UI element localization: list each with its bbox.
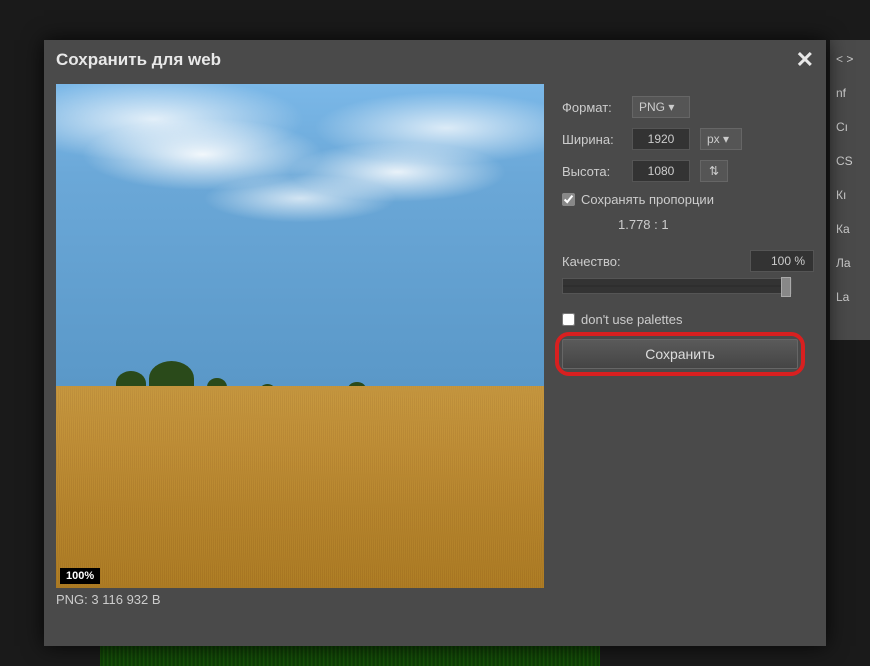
- quality-label: Качество:: [562, 254, 621, 269]
- height-label: Высота:: [562, 164, 622, 179]
- save-for-web-dialog: Сохранить для web ✕ 100% PNG: 3: [44, 40, 826, 646]
- quality-slider[interactable]: [562, 278, 792, 294]
- background-panel: < > nf Cı CS Кı Ка Ла La: [830, 40, 870, 340]
- format-select[interactable]: PNG ▾: [632, 96, 690, 118]
- preview-image[interactable]: 100%: [56, 84, 544, 588]
- height-input[interactable]: [632, 160, 690, 182]
- keep-ratio-label: Сохранять пропорции: [581, 192, 714, 207]
- close-icon[interactable]: ✕: [796, 47, 814, 73]
- save-button[interactable]: Сохранить: [562, 339, 798, 369]
- aspect-ratio-text: 1.778 : 1: [618, 217, 814, 232]
- keep-ratio-checkbox[interactable]: [562, 193, 575, 206]
- width-input[interactable]: [632, 128, 690, 150]
- palettes-label: don't use palettes: [581, 312, 683, 327]
- file-size-info: PNG: 3 116 932 B: [56, 592, 544, 607]
- quality-input[interactable]: [750, 250, 814, 272]
- slider-handle-icon[interactable]: [781, 277, 791, 297]
- dialog-title: Сохранить для web: [56, 50, 221, 70]
- export-controls: Формат: PNG ▾ Ширина: px ▾ Высота: ⇅ Сох…: [562, 84, 814, 607]
- preview-area: 100% PNG: 3 116 932 B: [56, 84, 544, 607]
- width-label: Ширина:: [562, 132, 622, 147]
- swap-dimensions-button[interactable]: ⇅: [700, 160, 728, 182]
- width-unit-select[interactable]: px ▾: [700, 128, 742, 150]
- format-label: Формат:: [562, 100, 622, 115]
- dialog-title-bar: Сохранить для web ✕: [44, 40, 826, 80]
- zoom-level-badge[interactable]: 100%: [60, 568, 100, 584]
- palettes-checkbox[interactable]: [562, 313, 575, 326]
